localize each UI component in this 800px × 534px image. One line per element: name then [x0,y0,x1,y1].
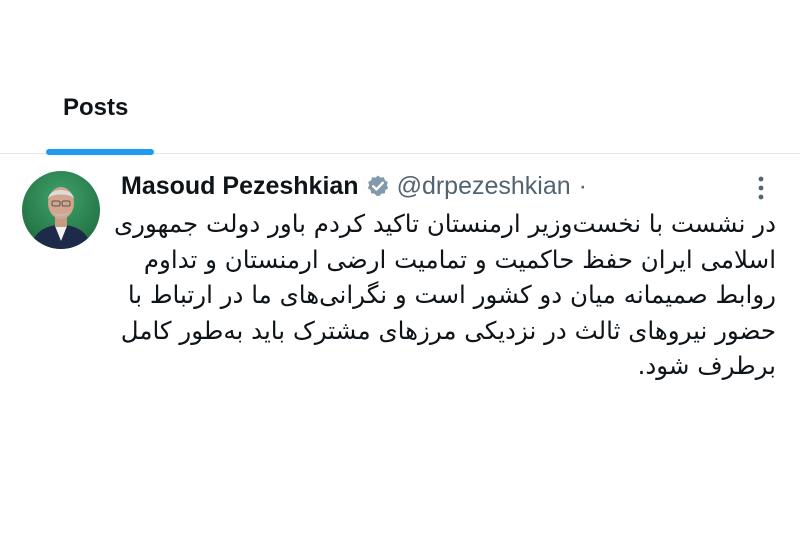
profile-tab-bar: Posts [0,0,800,155]
post-text-line: برطرف شود. [637,351,776,380]
separator-dot: · [578,171,587,200]
post-text: در نشست با نخست‌وزیر ارمنستان تاکید کردم… [113,206,776,384]
x-profile-posts-view: Posts Masoud Pezeshkian @drpezeshkian · … [0,0,800,534]
post-text-line: در نشست با نخست‌وزیر ارمنستان تاکید کردم… [113,209,776,238]
avatar-photo [22,171,100,249]
tab-posts-label: Posts [63,94,129,121]
author-name[interactable]: Masoud Pezeshkian [121,172,359,201]
post-header: Masoud Pezeshkian @drpezeshkian · [121,170,587,202]
more-vertical-icon[interactable] [750,174,772,202]
post-text-line: اسلامی ایران حفظ حاکمیت و تمامیت ارضی ار… [143,244,776,274]
post-text-line: حضور نیروهای ثالث در نزدیکی مرزهای مشترک… [120,315,776,345]
post-text-line: روابط صمیمانه میان دو کشور است و نگرانی‌… [127,280,776,309]
verified-badge-icon [366,174,390,198]
author-handle[interactable]: @drpezeshkian [397,172,571,201]
avatar[interactable] [22,171,100,249]
tab-posts[interactable]: Posts [46,84,154,155]
